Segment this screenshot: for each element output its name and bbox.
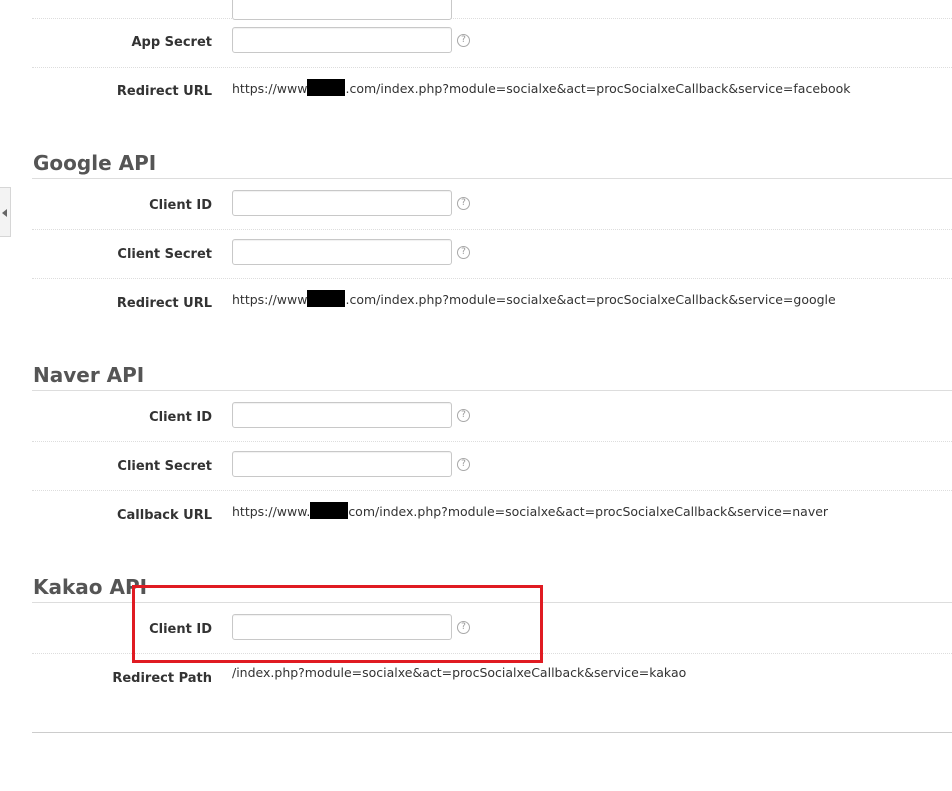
google-redirect-row: Redirect URL https://www .com/index.php?m… bbox=[32, 279, 952, 327]
annotation-highlight-box bbox=[132, 585, 543, 663]
google-redirect-label: Redirect URL bbox=[116, 296, 212, 311]
sidebar-collapse-toggle[interactable] bbox=[0, 187, 11, 237]
naver-client-secret-input[interactable] bbox=[232, 451, 452, 477]
naver-api-heading: Naver API bbox=[32, 363, 952, 391]
facebook-app-secret-label: App Secret bbox=[131, 35, 212, 50]
google-client-secret-row: Client Secret ? bbox=[32, 230, 952, 279]
naver-callback-row: Callback URL https://www. com/index.php?m… bbox=[32, 491, 952, 539]
google-client-id-input[interactable] bbox=[232, 190, 452, 216]
facebook-app-id-input[interactable] bbox=[232, 0, 452, 20]
naver-client-id-label: Client ID bbox=[149, 410, 212, 425]
google-redirect-url: https://www .com/index.php?module=socialx… bbox=[232, 290, 836, 307]
naver-callback-url: https://www. com/index.php?module=socialx… bbox=[232, 502, 829, 519]
naver-client-secret-row: Client Secret ? bbox=[32, 442, 952, 491]
help-icon[interactable]: ? bbox=[457, 458, 470, 471]
google-client-id-row: Client ID ? bbox=[32, 181, 952, 230]
help-icon[interactable]: ? bbox=[457, 197, 470, 210]
kakao-redirect-path: /index.php?module=socialxe&act=procSocia… bbox=[232, 665, 687, 680]
redacted-domain bbox=[307, 290, 346, 307]
redacted-domain bbox=[307, 79, 346, 96]
chevron-left-icon bbox=[2, 209, 7, 217]
help-icon[interactable]: ? bbox=[457, 34, 470, 47]
facebook-redirect-row: Redirect URL https://www .com/index.php?m… bbox=[32, 68, 952, 116]
google-client-id-label: Client ID bbox=[149, 198, 212, 213]
google-client-secret-input[interactable] bbox=[232, 239, 452, 265]
facebook-app-id-row bbox=[32, 0, 952, 20]
facebook-app-secret-input[interactable] bbox=[232, 27, 452, 53]
google-client-secret-label: Client Secret bbox=[117, 247, 212, 262]
kakao-redirect-path-label: Redirect Path bbox=[112, 671, 212, 686]
help-icon[interactable]: ? bbox=[457, 246, 470, 259]
naver-client-id-input[interactable] bbox=[232, 402, 452, 428]
naver-client-secret-label: Client Secret bbox=[117, 459, 212, 474]
redacted-domain bbox=[310, 502, 349, 519]
help-icon[interactable]: ? bbox=[457, 409, 470, 422]
naver-callback-label: Callback URL bbox=[116, 508, 212, 523]
facebook-app-secret-row: App Secret ? bbox=[32, 19, 952, 68]
google-api-heading: Google API bbox=[32, 151, 952, 179]
facebook-redirect-label: Redirect URL bbox=[116, 84, 212, 99]
naver-client-id-row: Client ID ? bbox=[32, 393, 952, 442]
facebook-redirect-url: https://www .com/index.php?module=socialx… bbox=[232, 79, 851, 96]
form-bottom-divider bbox=[32, 732, 952, 733]
